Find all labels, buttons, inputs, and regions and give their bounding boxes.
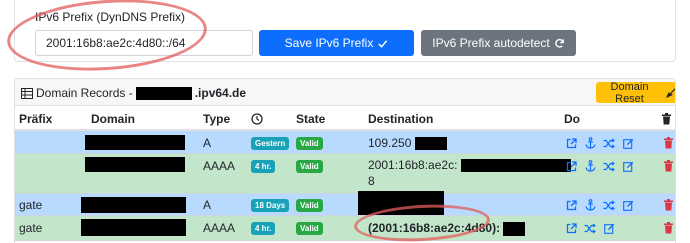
save-prefix-button[interactable]: Save IPv6 Prefix <box>259 30 414 56</box>
table-row: gate A 18 Days Valid <box>15 191 675 216</box>
external-link-icon[interactable] <box>564 221 578 235</box>
table-row: AAAA 4 hr. Valid 2001:16b8:ae2c: 8 <box>15 154 675 194</box>
shuffle-icon[interactable] <box>602 198 616 212</box>
redacted-domain <box>135 86 192 100</box>
redacted-destination <box>503 221 526 236</box>
autodetect-label: IPv6 Prefix autodetect <box>432 36 550 50</box>
records-header: Domain Records - .ipv64.de Domain Reset <box>15 79 675 106</box>
anchor-icon[interactable] <box>583 136 597 150</box>
redacted-domain <box>85 135 185 150</box>
trash-icon[interactable] <box>661 159 675 173</box>
shuffle-icon[interactable] <box>602 159 616 173</box>
prefix-input[interactable] <box>35 30 253 56</box>
state-badge: Valid <box>296 199 323 212</box>
anchor-icon[interactable] <box>583 159 597 173</box>
save-prefix-label: Save IPv6 Prefix <box>284 36 374 50</box>
records-title-prefix: Domain Records - <box>36 86 133 100</box>
row-type: AAAA <box>203 221 236 235</box>
prefix-card: IPv6 Prefix (DynDNS Prefix) Save IPv6 Pr… <box>14 0 676 62</box>
column-do: Do <box>564 112 580 126</box>
redacted-domain <box>81 197 186 213</box>
trash-icon[interactable] <box>661 136 675 150</box>
row-destination: 2001:16b8:ae2c: 8 <box>368 157 571 189</box>
row-type: A <box>203 136 212 150</box>
age-badge: Gestern <box>251 137 290 150</box>
prefix-label: IPv6 Prefix (DynDNS Prefix) <box>35 10 186 24</box>
row-type: A <box>203 198 212 212</box>
clock-icon <box>251 113 263 125</box>
destination-text: (2001:16b8:ae2c:4d80): <box>368 221 501 235</box>
destination-text: 109.250 <box>368 136 412 150</box>
trash-icon[interactable] <box>661 198 675 212</box>
row-prefix: gate <box>19 221 43 235</box>
age-badge: 18 Days <box>251 199 290 212</box>
domain-reset-button[interactable]: Domain Reset <box>596 80 675 105</box>
external-link-icon[interactable] <box>564 136 578 150</box>
external-link-icon[interactable] <box>564 159 578 173</box>
records-table-header: Präfix Domain Type State Destination Do <box>15 107 675 131</box>
broom-icon <box>666 87 675 98</box>
refresh-icon <box>554 38 565 49</box>
trash-icon[interactable] <box>661 221 675 235</box>
edit-icon[interactable] <box>602 221 616 235</box>
records-card: Domain Records - .ipv64.de Domain Reset … <box>14 78 676 243</box>
age-badge: 4 hr. <box>251 222 276 235</box>
column-prefix: Präfix <box>19 112 53 126</box>
column-state: State <box>296 112 326 126</box>
age-badge: 4 hr. <box>251 160 276 173</box>
column-type: Type <box>203 112 231 126</box>
redacted-destination <box>460 159 571 173</box>
edit-icon[interactable] <box>621 159 635 173</box>
autodetect-button[interactable]: IPv6 Prefix autodetect <box>421 30 576 56</box>
state-badge: Valid <box>296 137 323 150</box>
row-destination: 109.250 <box>368 135 447 151</box>
redacted-domain <box>81 219 186 236</box>
trash-icon <box>661 113 672 125</box>
shuffle-icon[interactable] <box>583 221 597 235</box>
row-prefix: gate <box>19 198 43 212</box>
edit-icon[interactable] <box>621 198 635 212</box>
records-title-suffix: .ipv64.de <box>194 86 247 100</box>
table-row: A Gestern Valid 109.250 <box>15 131 675 154</box>
shuffle-icon[interactable] <box>602 136 616 150</box>
state-badge: Valid <box>296 160 323 173</box>
edit-icon[interactable] <box>621 136 635 150</box>
row-destination: (2001:16b8:ae2c:4d80): <box>368 220 526 236</box>
redacted-domain <box>85 157 185 172</box>
records-title: Domain Records - .ipv64.de <box>21 86 246 100</box>
destination-text-line2: 8 <box>368 174 375 188</box>
anchor-icon[interactable] <box>583 198 597 212</box>
domain-reset-label: Domain Reset <box>610 80 649 105</box>
row-type: AAAA <box>203 159 236 173</box>
external-link-icon[interactable] <box>564 198 578 212</box>
destination-text: 2001:16b8:ae2c: <box>368 158 458 172</box>
table-row: gate AAAA 4 hr. Valid (2001:16b8:ae2c:4d… <box>15 216 675 241</box>
redacted-destination <box>358 191 444 215</box>
table-icon <box>21 87 33 99</box>
state-badge: Valid <box>296 222 323 235</box>
column-domain: Domain <box>91 112 136 126</box>
column-destination: Destination <box>368 112 434 126</box>
check-icon <box>377 38 388 49</box>
redacted-destination <box>414 137 447 151</box>
